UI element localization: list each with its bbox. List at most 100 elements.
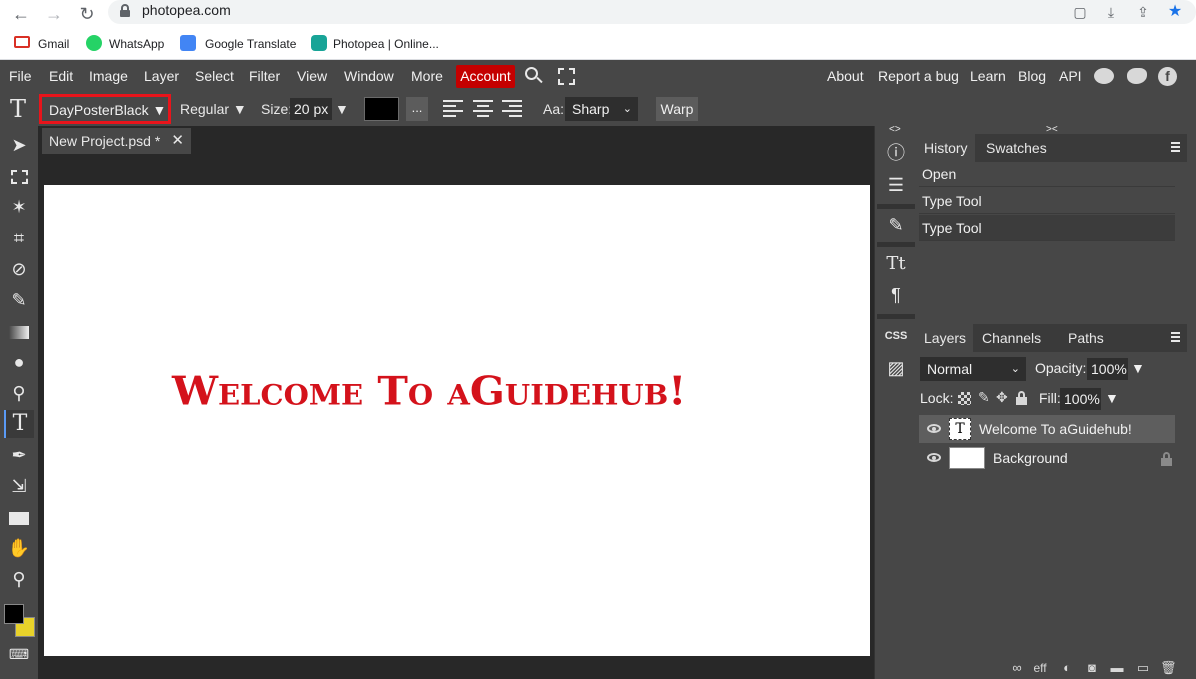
css-panel-icon[interactable]: CSS <box>881 322 911 350</box>
info-icon[interactable]: ⓘ <box>881 139 911 167</box>
delete-layer-icon[interactable]: 🗑 <box>1160 660 1177 676</box>
menu-more[interactable]: More <box>411 68 443 84</box>
opacity-dropdown-arrow[interactable]: ▼ <box>1131 360 1145 376</box>
font-size-input[interactable]: 20 px <box>290 98 332 120</box>
link-layers-icon[interactable]: ∞ <box>1009 660 1025 676</box>
warp-button[interactable]: Warp <box>656 97 698 121</box>
more-options-button[interactable]: ... <box>406 97 428 121</box>
history-row[interactable]: Open <box>919 161 1175 187</box>
fullscreen-icon[interactable] <box>558 68 575 85</box>
gradient-tool-icon[interactable] <box>4 317 34 345</box>
bookmark-gmail[interactable]: Gmail <box>38 35 69 53</box>
menu-select[interactable]: Select <box>195 68 234 84</box>
fill-input[interactable]: 100% <box>1060 388 1101 410</box>
healing-tool-icon[interactable]: ⊘ <box>4 255 34 283</box>
link-blog[interactable]: Blog <box>1018 68 1046 84</box>
twitter-icon[interactable] <box>1127 68 1147 84</box>
antialias-dropdown[interactable]: Sharp ⌄ <box>565 97 638 121</box>
adjustments-icon[interactable]: ☰ <box>881 171 911 199</box>
lock-pixels-icon[interactable]: ✎ <box>978 389 990 406</box>
magic-wand-tool-icon[interactable]: ✶ <box>4 193 34 221</box>
keyboard-icon[interactable]: ⌨ <box>4 640 34 668</box>
tab-search-icon[interactable]: ▢ <box>1070 2 1090 22</box>
brush-tool-icon[interactable]: ✎ <box>4 286 34 314</box>
menu-window[interactable]: Window <box>344 68 394 84</box>
canvas[interactable] <box>44 185 870 656</box>
tab-paths[interactable]: Paths <box>1061 324 1111 352</box>
lock-transparency-icon[interactable] <box>958 392 971 405</box>
opacity-input[interactable]: 100% <box>1087 358 1128 380</box>
history-row-selected[interactable]: Type Tool <box>919 215 1175 241</box>
link-api[interactable]: API <box>1059 68 1082 84</box>
align-center-icon[interactable] <box>473 100 493 118</box>
menu-layer[interactable]: Layer <box>144 68 179 84</box>
collapse-arrows-icon[interactable]: <> <box>889 124 901 135</box>
account-button[interactable]: Account <box>456 65 515 88</box>
tab-swatches[interactable]: Swatches <box>979 134 1054 162</box>
visibility-eye-icon[interactable] <box>927 453 941 462</box>
search-icon[interactable] <box>525 67 543 85</box>
blur-tool-icon[interactable]: ● <box>4 348 34 376</box>
marquee-tool-icon[interactable] <box>4 162 34 190</box>
adjustment-layer-icon[interactable]: ◐ <box>1059 660 1075 676</box>
bookmark-photopea[interactable]: Photopea | Online... <box>333 35 439 53</box>
panel-menu-icon[interactable] <box>1171 332 1181 342</box>
crop-tool-icon[interactable]: ⌗ <box>4 224 34 252</box>
history-row[interactable]: Type Tool <box>919 188 1175 214</box>
tab-history[interactable]: History <box>917 134 975 162</box>
forward-icon[interactable]: → <box>43 3 65 25</box>
font-size-dropdown-arrow[interactable]: ▼ <box>335 101 349 117</box>
reload-icon[interactable]: ↻ <box>76 3 98 25</box>
type-tool-button[interactable]: T <box>4 410 34 438</box>
text-color-swatch[interactable] <box>364 97 399 121</box>
menu-filter[interactable]: Filter <box>249 68 280 84</box>
menu-edit[interactable]: Edit <box>49 68 73 84</box>
dodge-tool-icon[interactable]: ⚲ <box>4 379 34 407</box>
bookmark-google-translate[interactable]: Google Translate <box>205 35 296 53</box>
bookmark-star-icon[interactable]: ★ <box>1165 2 1185 22</box>
hand-tool-icon[interactable]: ✋ <box>4 534 34 562</box>
layer-row-background[interactable]: Background <box>919 444 1175 472</box>
menu-file[interactable]: File <box>9 68 32 84</box>
foreground-color-swatch[interactable] <box>4 604 24 624</box>
layer-mask-icon[interactable]: ◙ <box>1084 660 1100 676</box>
path-select-tool-icon[interactable]: ⇲ <box>4 472 34 500</box>
layer-effects-button[interactable]: eff <box>1032 660 1048 676</box>
share-icon[interactable]: ⇪ <box>1133 2 1153 22</box>
facebook-icon[interactable]: f <box>1158 67 1177 86</box>
font-style-dropdown[interactable]: Regular ▼ <box>180 101 247 117</box>
fill-dropdown-arrow[interactable]: ▼ <box>1105 390 1119 406</box>
align-right-icon[interactable] <box>502 100 522 118</box>
new-group-icon[interactable]: ▬ <box>1109 660 1125 676</box>
link-about[interactable]: About <box>827 68 864 84</box>
zoom-tool-icon[interactable]: ⚲ <box>4 565 34 593</box>
blend-mode-dropdown[interactable]: Normal ⌄ <box>920 357 1026 381</box>
tab-channels[interactable]: Channels <box>975 324 1048 352</box>
back-icon[interactable]: ← <box>10 3 32 25</box>
reddit-icon[interactable] <box>1094 68 1114 84</box>
rectangle-tool-icon[interactable] <box>4 503 34 531</box>
visibility-eye-icon[interactable] <box>927 424 941 433</box>
lock-all-icon[interactable] <box>1016 391 1027 405</box>
new-layer-icon[interactable]: ▭ <box>1135 660 1151 676</box>
brush-settings-icon[interactable]: ✎ <box>881 211 911 239</box>
pen-tool-icon[interactable]: ✒ <box>4 441 34 469</box>
panel-menu-icon[interactable] <box>1171 142 1181 152</box>
download-icon[interactable]: ⤓ <box>1101 2 1121 22</box>
character-icon[interactable]: Tt <box>881 250 911 278</box>
address-bar[interactable] <box>108 0 1196 24</box>
link-report-bug[interactable]: Report a bug <box>878 68 959 84</box>
bookmark-whatsapp[interactable]: WhatsApp <box>109 35 164 53</box>
menu-view[interactable]: View <box>297 68 327 84</box>
move-tool-icon[interactable]: ➤ <box>4 131 34 159</box>
link-learn[interactable]: Learn <box>970 68 1006 84</box>
layer-row-text[interactable]: T Welcome To aGuidehub! <box>919 415 1175 443</box>
lock-position-icon[interactable]: ✥ <box>996 389 1008 406</box>
canvas-text-layer[interactable]: Welcome To aGuidehub! <box>172 368 686 414</box>
image-icon[interactable]: ▨ <box>881 354 911 382</box>
align-left-icon[interactable] <box>443 100 463 118</box>
menu-image[interactable]: Image <box>89 68 128 84</box>
close-icon[interactable]: ✕ <box>171 128 184 154</box>
document-tab[interactable]: New Project.psd * ✕ <box>42 128 191 154</box>
tab-layers[interactable]: Layers <box>917 324 974 352</box>
